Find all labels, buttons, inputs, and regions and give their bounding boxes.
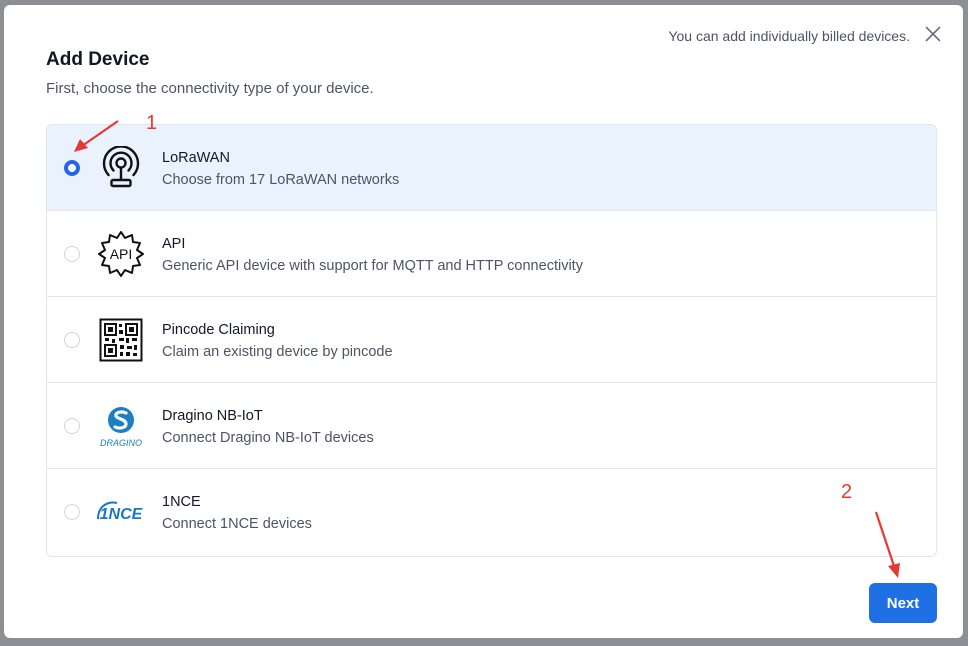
connectivity-options: LoRaWAN Choose from 17 LoRaWAN networks … bbox=[46, 124, 937, 557]
lorawan-antenna-icon bbox=[95, 144, 147, 192]
next-button[interactable]: Next bbox=[869, 583, 937, 623]
option-title: LoRaWAN bbox=[162, 150, 230, 166]
dialog-subtitle: First, choose the connectivity type of y… bbox=[46, 80, 374, 97]
svg-text:1NCE: 1NCE bbox=[100, 506, 144, 523]
radio-api[interactable] bbox=[64, 246, 80, 262]
dragino-logo-icon: DRAGINO bbox=[95, 402, 147, 450]
close-button[interactable] bbox=[924, 25, 942, 43]
option-title: Pincode Claiming bbox=[162, 322, 275, 338]
qr-code-icon bbox=[95, 316, 147, 364]
close-icon bbox=[925, 26, 941, 42]
radio-pincode[interactable] bbox=[64, 332, 80, 348]
option-description: Choose from 17 LoRaWAN networks bbox=[162, 172, 400, 188]
option-title: API bbox=[162, 236, 186, 252]
option-pincode[interactable]: Pincode Claiming Claim an existing devic… bbox=[47, 297, 936, 383]
option-description: Generic API device with support for MQTT… bbox=[162, 258, 583, 274]
radio-dragino[interactable] bbox=[64, 418, 80, 434]
option-dragino[interactable]: DRAGINO Dragino NB-IoT Connect Dragino N… bbox=[47, 383, 936, 469]
annotation-step-2: 2 bbox=[841, 481, 853, 503]
option-description: Claim an existing device by pincode bbox=[162, 344, 393, 360]
option-api[interactable]: API API Generic API device with support … bbox=[47, 211, 936, 297]
svg-text:DRAGINO: DRAGINO bbox=[100, 438, 142, 448]
annotation-step-1: 1 bbox=[146, 112, 158, 134]
option-description: Connect 1NCE devices bbox=[162, 516, 312, 532]
option-1nce[interactable]: 1NCE 1NCE Connect 1NCE devices bbox=[47, 469, 936, 555]
radio-lorawan[interactable] bbox=[64, 160, 80, 176]
radio-1nce[interactable] bbox=[64, 504, 80, 520]
dialog-title: Add Device bbox=[46, 49, 150, 70]
svg-text:API: API bbox=[110, 246, 133, 262]
option-title: Dragino NB-IoT bbox=[162, 408, 263, 424]
billing-hint: You can add individually billed devices. bbox=[668, 28, 910, 44]
api-gear-icon: API bbox=[95, 230, 147, 278]
1nce-logo-icon: 1NCE bbox=[95, 488, 147, 536]
option-description: Connect Dragino NB-IoT devices bbox=[162, 430, 374, 446]
add-device-dialog: You can add individually billed devices.… bbox=[4, 5, 963, 638]
option-lorawan[interactable]: LoRaWAN Choose from 17 LoRaWAN networks bbox=[47, 125, 936, 211]
option-title: 1NCE bbox=[162, 494, 201, 510]
